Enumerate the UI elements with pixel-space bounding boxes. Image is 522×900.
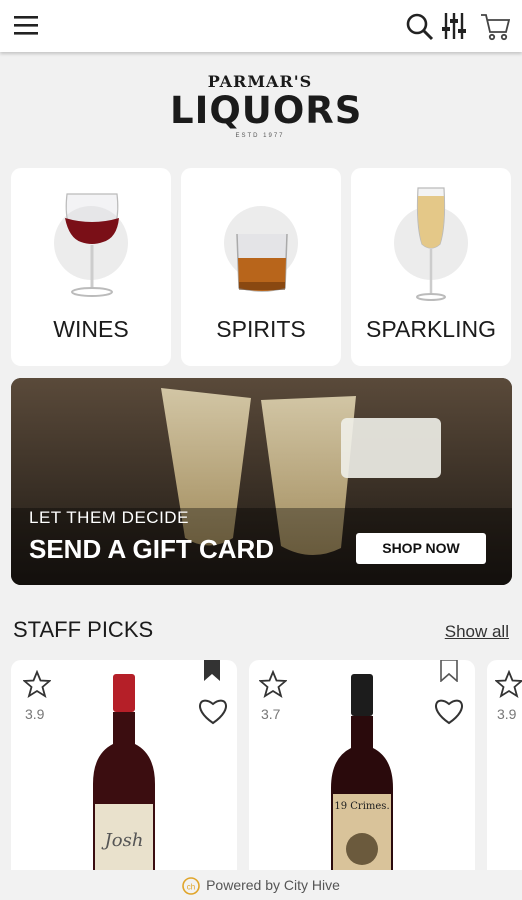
filter-icon[interactable]: [442, 11, 470, 41]
store-logo[interactable]: PARMAR'S LIQUORS ESTD 1977: [170, 58, 363, 153]
heart-icon[interactable]: [197, 696, 229, 726]
hamburger-icon[interactable]: [14, 16, 40, 36]
star-icon[interactable]: [259, 670, 287, 698]
wine-glass-icon: [65, 193, 119, 297]
bookmark-icon[interactable]: [203, 660, 221, 682]
logo-line3: ESTD 1977: [235, 133, 285, 139]
show-all-link[interactable]: Show all: [445, 622, 509, 642]
heart-icon[interactable]: [433, 696, 465, 726]
product-rating: 3.9: [497, 706, 517, 722]
star-icon[interactable]: [23, 670, 51, 698]
logo-line2: LIQUORS: [170, 89, 363, 132]
star-icon[interactable]: [495, 670, 522, 698]
product-card[interactable]: 3.9 Josh: [11, 660, 237, 900]
footer-text: Powered by City Hive: [206, 877, 340, 893]
category-sparkling[interactable]: SPARKLING: [351, 168, 511, 366]
product-rating: 3.7: [261, 706, 281, 722]
category-spirits[interactable]: SPIRITS: [181, 168, 341, 366]
bottle-label-text: Josh: [101, 830, 144, 851]
banner-headline: SEND A GIFT CARD: [29, 534, 275, 564]
product-rating: 3.9: [25, 706, 45, 722]
wine-bottle-image: 19 Crimes.: [331, 674, 393, 900]
powered-by-footer[interactable]: ch Powered by City Hive: [0, 870, 522, 900]
city-hive-logo-icon: ch: [182, 877, 200, 896]
top-bar: [0, 0, 522, 52]
bottle-label-text: 19 Crimes.: [334, 801, 389, 812]
bookmark-outline-icon[interactable]: [440, 660, 458, 682]
banner-kicker: LET THEM DECIDE: [29, 508, 189, 527]
category-label: SPARKLING: [366, 316, 496, 342]
category-label: SPIRITS: [216, 316, 306, 342]
product-card[interactable]: 3.7 19 Crimes.: [249, 660, 475, 900]
svg-text:ch: ch: [187, 883, 195, 892]
wine-bottle-image: Josh: [93, 674, 155, 900]
shop-now-button[interactable]: SHOP NOW: [356, 533, 486, 564]
product-card[interactable]: 3.9: [487, 660, 522, 900]
category-label: WINES: [53, 316, 129, 342]
gift-card-banner[interactable]: LET THEM DECIDE SEND A GIFT CARD SHOP NO…: [11, 378, 512, 585]
category-wines[interactable]: WINES: [11, 168, 171, 366]
cart-icon[interactable]: [480, 12, 510, 42]
champagne-flute-icon: [416, 187, 446, 301]
search-icon[interactable]: [405, 12, 435, 42]
whiskey-glass-icon: [236, 233, 288, 292]
section-title: STAFF PICKS: [13, 617, 154, 642]
